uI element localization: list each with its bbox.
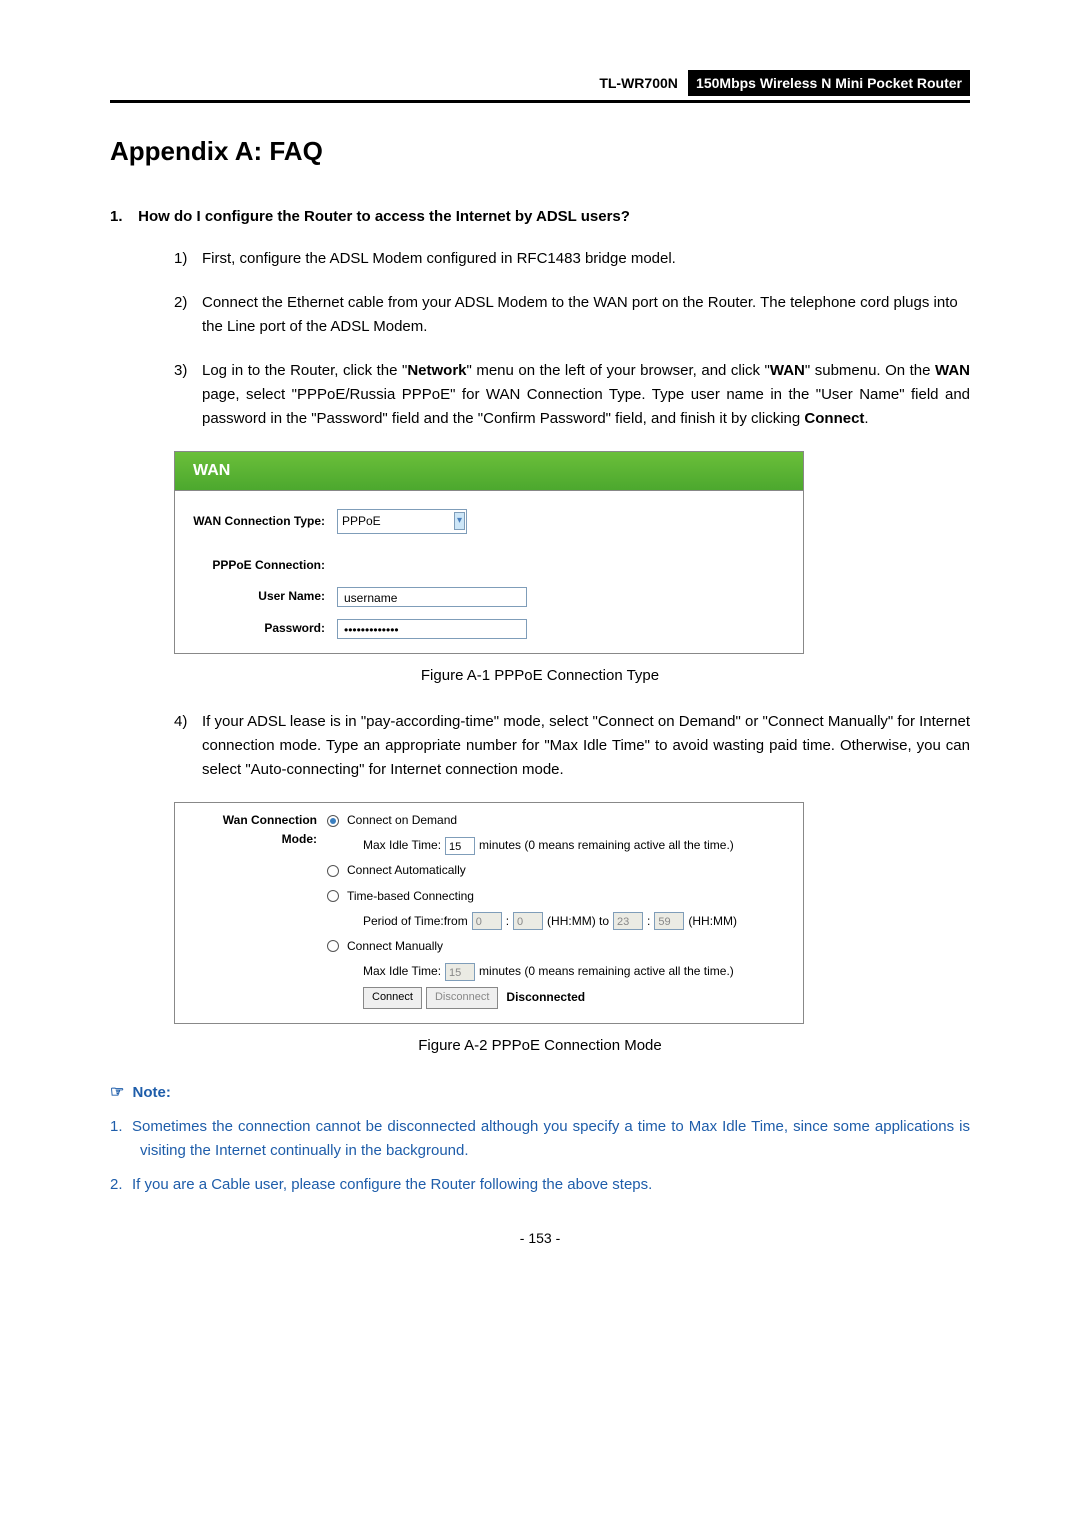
page-number: - 153 - — [110, 1227, 970, 1249]
opt-connect-on-demand: Connect on Demand — [347, 811, 457, 830]
step-1: 1)First, configure the ADSL Modem config… — [174, 247, 970, 271]
wan-conn-type-label: WAN Connection Type: — [185, 512, 337, 531]
opt-connect-auto: Connect Automatically — [347, 861, 466, 880]
note-item-1: 1.Sometimes the connection cannot be dis… — [110, 1115, 970, 1163]
step-2: 2)Connect the Ethernet cable from your A… — [174, 291, 970, 339]
pppoe-connection-label: PPPoE Connection: — [185, 556, 337, 575]
connect-button[interactable]: Connect — [363, 987, 422, 1009]
faq-question-1: 1. How do I configure the Router to acce… — [110, 205, 970, 229]
max-idle-suffix-2: minutes (0 means remaining active all th… — [479, 962, 734, 981]
hhmm-label: (HH:MM) — [688, 912, 737, 931]
to-mm-input[interactable]: 59 — [654, 912, 684, 930]
to-hh-input[interactable]: 23 — [613, 912, 643, 930]
radio-connect-on-demand[interactable] — [327, 815, 339, 827]
step-4: 4)If your ADSL lease is in "pay-accordin… — [174, 710, 970, 782]
username-input[interactable]: username — [337, 587, 527, 607]
radio-time-based[interactable] — [327, 890, 339, 902]
password-input[interactable]: ••••••••••••• — [337, 619, 527, 639]
q-num-1: 1. — [110, 205, 134, 229]
q-text-1: How do I configure the Router to access … — [138, 208, 630, 225]
note-item-2: 2.If you are a Cable user, please config… — [110, 1173, 970, 1197]
note-heading: ☞ Note: — [110, 1080, 970, 1106]
wan-mode-label: Wan Connection Mode: — [187, 811, 327, 849]
radio-connect-manual[interactable] — [327, 940, 339, 952]
username-label: User Name: — [185, 587, 337, 606]
wan-panel-header: WAN — [175, 452, 803, 491]
wan-config-panel: WAN WAN Connection Type: PPPoE ▾ PPPoE C… — [174, 451, 804, 654]
product-desc: 150Mbps Wireless N Mini Pocket Router — [688, 70, 970, 96]
appendix-title: Appendix A: FAQ — [110, 131, 970, 173]
note-icon: ☞ — [110, 1084, 124, 1101]
step-3: 3)Log in to the Router, click the "Netwo… — [174, 359, 970, 431]
from-mm-input[interactable]: 0 — [513, 912, 543, 930]
figure-a1-caption: Figure A-1 PPPoE Connection Type — [110, 664, 970, 688]
max-idle-input-1[interactable]: 15 — [445, 837, 475, 855]
opt-connect-manual: Connect Manually — [347, 937, 443, 956]
connection-status: Disconnected — [506, 988, 585, 1007]
from-hh-input[interactable]: 0 — [472, 912, 502, 930]
disconnect-button[interactable]: Disconnect — [426, 987, 498, 1009]
wan-mode-panel: Wan Connection Mode: Connect on Demand M… — [174, 802, 804, 1024]
model-name: TL-WR700N — [599, 75, 678, 91]
max-idle-label-1: Max Idle Time: — [363, 836, 441, 855]
doc-header: TL-WR700N 150Mbps Wireless N Mini Pocket… — [110, 70, 970, 103]
figure-a2-caption: Figure A-2 PPPoE Connection Mode — [110, 1034, 970, 1058]
max-idle-input-2[interactable]: 15 — [445, 963, 475, 981]
wan-conn-type-select[interactable]: PPPoE ▾ — [337, 509, 467, 534]
max-idle-suffix-1: minutes (0 means remaining active all th… — [479, 836, 734, 855]
radio-connect-auto[interactable] — [327, 865, 339, 877]
password-label: Password: — [185, 619, 337, 638]
chevron-down-icon: ▾ — [454, 512, 465, 530]
hhmm-to-label: (HH:MM) to — [547, 912, 609, 931]
period-label: Period of Time:from — [363, 912, 468, 931]
opt-time-based: Time-based Connecting — [347, 887, 474, 906]
max-idle-label-2: Max Idle Time: — [363, 962, 441, 981]
